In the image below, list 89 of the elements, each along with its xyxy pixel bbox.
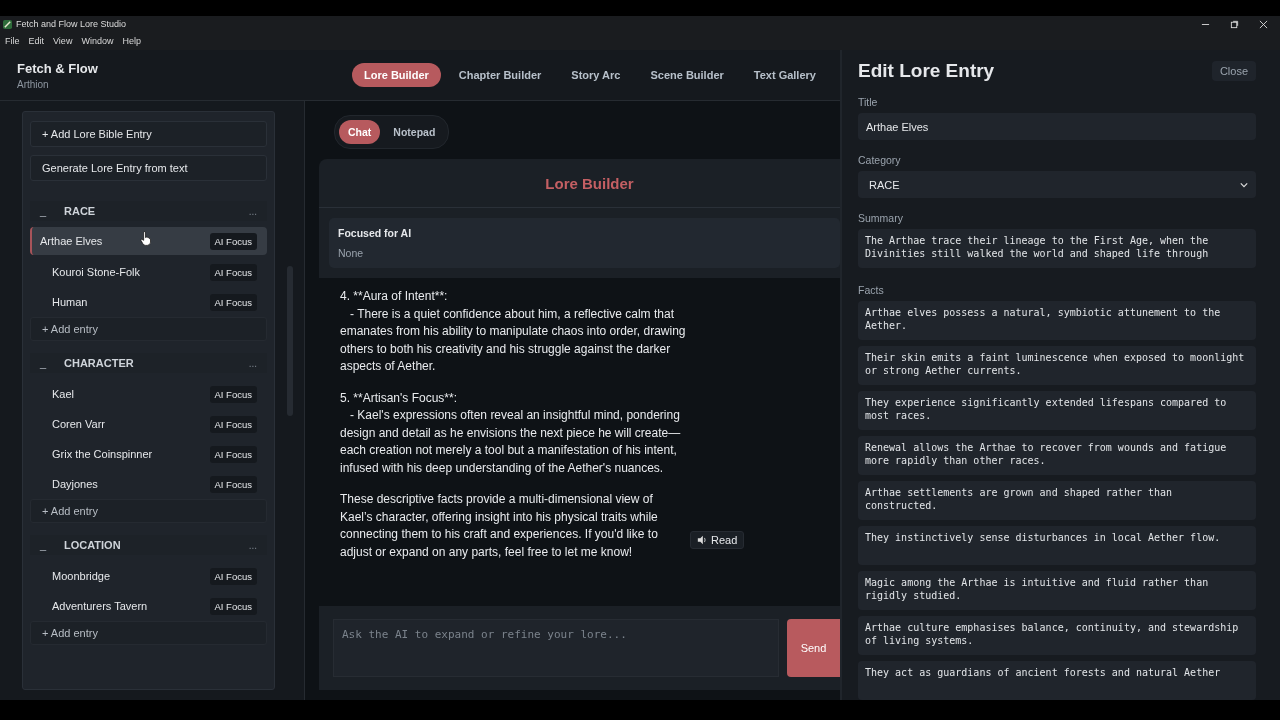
app-icon xyxy=(3,19,12,29)
more-button[interactable]: ... xyxy=(248,539,257,551)
field-label: Title xyxy=(858,96,879,108)
ai-focus-badge[interactable]: AI Focus xyxy=(209,445,257,463)
add-entry-button[interactable]: + Add entry xyxy=(30,317,267,341)
send-button[interactable]: Send xyxy=(787,619,840,677)
section-title: RACE xyxy=(64,205,96,217)
nav-tab[interactable]: Chapter Builder xyxy=(446,63,554,87)
fact-field[interactable]: They experience significantly extended lifespans compared to most races. xyxy=(858,391,1256,430)
fact-field[interactable]: Arthae elves possess a natural, symbiotic attunement to the Aether. xyxy=(858,301,1256,340)
collapse-toggle[interactable]: _ xyxy=(40,357,64,369)
field-label: Summary xyxy=(858,212,904,224)
add-entry-button[interactable]: + Add entry xyxy=(30,499,267,523)
fact-field[interactable]: Arthae settlements are grown and shaped rather than constructed. xyxy=(858,481,1256,520)
section-title: CHARACTER xyxy=(64,357,134,369)
fact-field[interactable]: Arthae culture emphasises balance, continuity, and stewardship of living systems. xyxy=(858,616,1256,655)
maximize-icon[interactable] xyxy=(1230,19,1239,29)
nav-tab[interactable]: Text Gallery xyxy=(741,63,828,87)
ai-focus-badge[interactable]: AI Focus xyxy=(209,475,257,493)
mode-tab[interactable]: Chat xyxy=(339,120,381,144)
message-paragraph: 5. **Artisan's Focus**: - Kael's expressions often reveal an insightful mind, pondering design and detail as he envisions the next piece he will create—each creation not merely a tool but a manifestation of his intent, infused with his deep understanding of the Aether's nuances. xyxy=(340,389,682,477)
entry-name: Kouroi Stone-Folk xyxy=(52,266,141,278)
category-select[interactable]: RACE xyxy=(858,171,1256,198)
read-aloud-button[interactable]: Read xyxy=(690,531,745,549)
field-label: Facts xyxy=(858,284,885,296)
fact-field[interactable]: Magic among the Arthae is intuitive and fluid rather than rigidly studied. xyxy=(858,571,1256,610)
lore-entry[interactable]: Grix the Coinspinner AI Focus xyxy=(30,439,267,469)
nav-tab[interactable]: Lore Builder xyxy=(352,63,441,87)
more-button[interactable]: ... xyxy=(248,357,257,369)
entry-name: Adventurers Tavern xyxy=(52,600,148,612)
more-button[interactable]: ... xyxy=(248,205,257,217)
ai-focus-badge[interactable]: AI Focus xyxy=(209,263,257,281)
lore-entry[interactable]: Kael AI Focus xyxy=(30,379,267,409)
nav-tab[interactable]: Story Arc xyxy=(559,63,633,87)
ai-focus-badge[interactable]: AI Focus xyxy=(209,567,257,585)
message-paragraph: 4. **Aura of Intent**: - There is a quiet confidence about him, a reflective calm that emanates from his ability to manipulate chaos into order, drawing others to both his creativity and his struggle against the darker aspects of Aether. xyxy=(340,288,687,375)
close-button[interactable]: Close xyxy=(1211,61,1256,81)
lore-entry[interactable]: Coren Varr AI Focus xyxy=(30,409,267,439)
ai-focus-badge[interactable]: AI Focus xyxy=(209,597,257,615)
message-paragraph: These descriptive facts provide a multi-dimensional view of Kael’s character, offering insight into his physical traits while connecting them to his craft and experiences. If you'd like to adjust or expand on any parts, feel free to let me know! xyxy=(340,491,659,561)
entry-name: Coren Varr xyxy=(52,418,105,430)
field-label: Category xyxy=(858,154,902,166)
lore-entry[interactable]: Moonbridge AI Focus xyxy=(30,561,267,591)
ai-focus-badge[interactable]: AI Focus xyxy=(209,232,257,250)
mode-tab[interactable]: Notepad xyxy=(384,120,445,144)
fact-field[interactable]: Renewal allows the Arthae to recover from wounds and fatigue more rapidly than other races. xyxy=(858,436,1256,475)
menu-item[interactable]: Edit xyxy=(28,36,45,46)
focus-label: Focused for AI xyxy=(338,227,413,239)
entry-name: Dayjones xyxy=(52,478,98,490)
chevron-down-icon xyxy=(1240,181,1248,188)
ai-focus-badge[interactable]: AI Focus xyxy=(209,385,257,403)
section-title: LOCATION xyxy=(64,539,121,551)
sidebar-action[interactable]: Generate Lore Entry from text xyxy=(30,155,267,181)
entry-name: Human xyxy=(52,296,88,308)
chat-input[interactable]: Ask the AI to expand or refine your lore... xyxy=(333,619,779,677)
chat-heading: Lore Builder xyxy=(545,174,634,192)
project-name: Arthion xyxy=(17,78,50,90)
title-field[interactable]: Arthae Elves xyxy=(858,113,1256,140)
fact-field[interactable]: They instinctively sense disturbances in local Aether flow. xyxy=(858,526,1256,565)
collapse-toggle[interactable]: _ xyxy=(40,205,64,217)
add-entry-button[interactable]: + Add entry xyxy=(30,621,267,645)
lore-entry[interactable]: Kouroi Stone-Folk AI Focus xyxy=(30,257,267,287)
ai-focus-badge[interactable]: AI Focus xyxy=(209,293,257,311)
menu-item[interactable]: View xyxy=(53,36,73,46)
panel-title: Edit Lore Entry xyxy=(858,60,995,82)
lore-entry[interactable]: Adventurers Tavern AI Focus xyxy=(30,591,267,621)
ai-focus-badge[interactable]: AI Focus xyxy=(209,415,257,433)
sidebar-action[interactable]: + Add Lore Bible Entry xyxy=(30,121,267,147)
lore-entry[interactable]: Arthae Elves AI Focus xyxy=(30,227,267,255)
menu-item[interactable]: Window xyxy=(81,36,114,46)
fact-field[interactable]: They act as guardians of ancient forests and natural Aether xyxy=(858,661,1256,700)
close-icon[interactable] xyxy=(1259,19,1268,29)
entry-name: Grix the Coinspinner xyxy=(52,448,153,460)
entry-name: Moonbridge xyxy=(52,570,111,582)
focus-value: None xyxy=(338,247,365,259)
menu-item[interactable]: File xyxy=(5,36,20,46)
collapse-toggle[interactable]: _ xyxy=(40,539,64,551)
nav-tab[interactable]: Scene Builder xyxy=(638,63,736,87)
lore-entry[interactable]: Human AI Focus xyxy=(30,287,267,317)
speaker-icon xyxy=(697,535,707,545)
entry-name: Kael xyxy=(52,388,75,400)
fact-field[interactable]: Their skin emits a faint luminescence when exposed to moonlight or strong Aether currents. xyxy=(858,346,1256,385)
entry-name: Arthae Elves xyxy=(40,235,103,247)
summary-field[interactable]: The Arthae trace their lineage to the First Age, when the Divinities still walked the world and shaped life through xyxy=(858,229,1256,268)
app-name: Fetch & Flow xyxy=(17,60,99,76)
hand-cursor-icon xyxy=(140,231,151,246)
menu-item[interactable]: Help xyxy=(122,36,141,46)
window-title: Fetch and Flow Lore Studio xyxy=(16,19,127,29)
lore-entry[interactable]: Dayjones AI Focus xyxy=(30,469,267,499)
